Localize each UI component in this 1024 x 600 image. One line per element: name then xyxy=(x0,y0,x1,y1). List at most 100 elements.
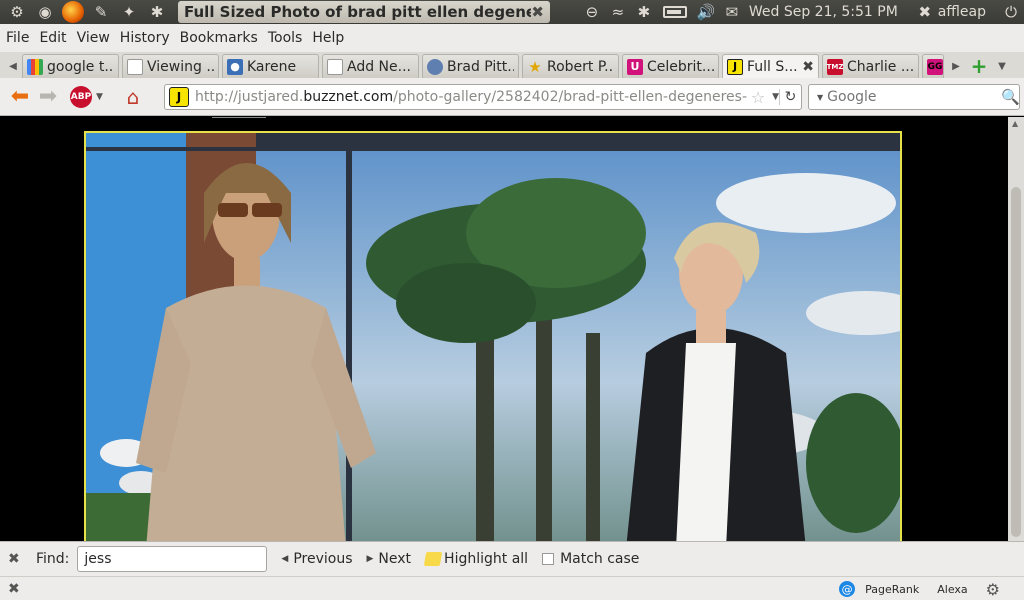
page-content xyxy=(0,117,1008,541)
tab-charlie[interactable]: TMZ Charlie ... xyxy=(822,54,919,78)
search-engine-dropdown-icon[interactable]: ▼ xyxy=(817,93,823,102)
menu-edit[interactable]: Edit xyxy=(39,30,66,46)
scroll-tabs-left-icon[interactable]: ◀ xyxy=(4,54,22,78)
us-icon: U xyxy=(627,58,643,75)
google-icon xyxy=(27,58,43,75)
url-text[interactable]: http://justjared.buzznet.com/photo-galle… xyxy=(195,89,748,105)
globe-icon xyxy=(427,58,443,75)
search-icon[interactable]: 🔍 xyxy=(1001,88,1020,106)
page-icon xyxy=(327,58,343,75)
match-case-checkbox[interactable]: Match case xyxy=(542,551,639,567)
battery-icon[interactable] xyxy=(662,6,687,18)
clock[interactable]: Wed Sep 21, 5:51 PM xyxy=(749,4,898,20)
pagerank-label[interactable]: PageRank xyxy=(865,583,919,596)
back-icon[interactable]: ⬅ xyxy=(6,83,34,111)
user-status-icon[interactable]: ✖ xyxy=(912,3,938,21)
url-prefix: http://justjared. xyxy=(195,89,304,105)
url-domain: buzznet.com xyxy=(303,89,394,105)
firefox-icon xyxy=(62,1,84,23)
status-bar: ✖ @ PageRank Alexa ⚙ xyxy=(0,576,1024,600)
menu-tools[interactable]: Tools xyxy=(268,30,303,46)
tab-viewing[interactable]: Viewing ... xyxy=(122,54,219,78)
home-icon[interactable]: ⌂ xyxy=(119,83,147,111)
url-path: /photo-gallery/2582402/brad-pitt-ellen-d… xyxy=(393,89,749,105)
url-bar[interactable]: J http://justjared.buzznet.com/photo-gal… xyxy=(164,84,802,110)
previous-label: Previous xyxy=(293,551,353,567)
vertical-scrollbar[interactable]: ▲ xyxy=(1008,117,1024,541)
close-find-bar-icon[interactable]: ✖ xyxy=(8,551,24,567)
find-bar: ✖ Find: ◀ Previous ▶ Next Highlight all Ma… xyxy=(0,541,1024,576)
tab-full-sized[interactable]: J Full S... ✖ xyxy=(722,54,819,78)
highlighter-icon xyxy=(423,552,443,566)
url-history-dropdown-icon[interactable]: ▼ xyxy=(772,92,779,102)
bluetooth-icon[interactable]: ✱ xyxy=(631,3,657,21)
at-sign-icon[interactable]: @ xyxy=(839,581,856,597)
adblock-dropdown-icon[interactable]: ▼ xyxy=(96,92,103,102)
mail-icon[interactable]: ✉ xyxy=(719,3,745,21)
tab-brad-pitt[interactable]: Brad Pitt... xyxy=(422,54,519,78)
find-label: Find: xyxy=(36,551,70,567)
tab-label: Celebrit... xyxy=(647,58,714,75)
menu-bookmarks[interactable]: Bookmarks xyxy=(180,30,258,46)
find-next-button[interactable]: ▶ Next xyxy=(367,551,412,567)
close-tab-icon[interactable]: ✖ xyxy=(802,59,814,75)
tab-celebrity[interactable]: U Celebrit... xyxy=(622,54,719,78)
celebrity-photo[interactable] xyxy=(84,131,902,541)
alexa-label[interactable]: Alexa xyxy=(937,583,967,596)
menu-help[interactable]: Help xyxy=(312,30,344,46)
next-label: Next xyxy=(378,551,412,567)
search-bar[interactable]: ▼ 🔍 xyxy=(808,84,1020,110)
firefox-launcher[interactable] xyxy=(62,1,84,23)
puzzle-icon[interactable]: ✱ xyxy=(146,2,168,22)
wifi-icon[interactable]: ≈ xyxy=(605,3,631,21)
window-task-button[interactable]: Full Sized Photo of brad pitt ellen dege… xyxy=(178,1,550,23)
find-previous-button[interactable]: ◀ Previous xyxy=(281,551,352,567)
minus-circle-icon[interactable]: ⊖ xyxy=(579,3,605,21)
close-icon[interactable]: ✖ xyxy=(531,3,544,21)
system-icon[interactable]: ◉ xyxy=(34,2,56,22)
menu-bar: File Edit View History Bookmarks Tools H… xyxy=(0,24,1024,52)
menu-view[interactable]: View xyxy=(77,30,110,46)
site-identity-icon[interactable]: J xyxy=(169,87,189,107)
power-icon[interactable]: ⏻ xyxy=(998,3,1024,21)
new-tab-icon[interactable]: + xyxy=(965,54,993,78)
tab-add-new[interactable]: Add Ne... xyxy=(322,54,419,78)
gg-icon: GG xyxy=(927,58,943,75)
tab-strip: ◀ google t... Viewing ... ● Karene Add N… xyxy=(0,52,1024,78)
tab-label: Robert P... xyxy=(547,58,614,75)
list-tabs-icon[interactable]: ▼ xyxy=(993,54,1011,78)
gear-icon[interactable]: ⚙ xyxy=(986,580,1000,599)
find-input[interactable] xyxy=(77,546,268,572)
menu-file[interactable]: File xyxy=(6,30,29,46)
settings-icon[interactable]: ✦ xyxy=(118,2,140,22)
close-status-icon[interactable]: ✖ xyxy=(8,581,20,597)
tmz-icon: TMZ xyxy=(827,58,843,75)
checkbox-icon[interactable] xyxy=(542,553,555,565)
scroll-tabs-right-icon[interactable]: ▶ xyxy=(947,54,965,78)
search-input[interactable] xyxy=(827,89,1002,105)
scroll-up-icon[interactable]: ▲ xyxy=(1012,119,1018,128)
tab-label: Add Ne... xyxy=(347,58,411,75)
user-name[interactable]: affleap xyxy=(938,4,986,20)
tab-label: Brad Pitt... xyxy=(447,58,514,75)
justjared-icon: J xyxy=(727,58,743,75)
editor-icon[interactable]: ✎ xyxy=(90,2,112,22)
window-title: Full Sized Photo of brad pitt ellen dege… xyxy=(184,3,532,21)
bookmark-star-icon[interactable]: ☆ xyxy=(748,88,768,107)
ubuntu-logo-icon[interactable]: ⚙ xyxy=(6,2,28,22)
tab-label: Viewing ... xyxy=(147,58,214,75)
tab-robert[interactable]: ★ Robert P... xyxy=(522,54,619,78)
reload-icon[interactable]: ↻ xyxy=(779,89,801,105)
tab-karene[interactable]: ● Karene xyxy=(222,54,319,78)
highlight-all-button[interactable]: Highlight all xyxy=(423,551,528,567)
adblock-icon[interactable]: ABP xyxy=(70,85,92,108)
divider xyxy=(212,117,266,118)
tab-gg[interactable]: GG xyxy=(922,54,944,78)
match-case-label: Match case xyxy=(560,551,640,567)
scrollbar-thumb[interactable] xyxy=(1011,187,1021,537)
volume-icon[interactable]: 🔊 xyxy=(693,3,719,21)
navigation-bar: ⬅ ➡ ABP ▼ ⌂ J http://justjared.buzznet.c… xyxy=(0,78,1024,116)
forward-icon[interactable]: ➡ xyxy=(34,83,62,111)
tab-google[interactable]: google t... xyxy=(22,54,119,78)
menu-history[interactable]: History xyxy=(120,30,170,46)
